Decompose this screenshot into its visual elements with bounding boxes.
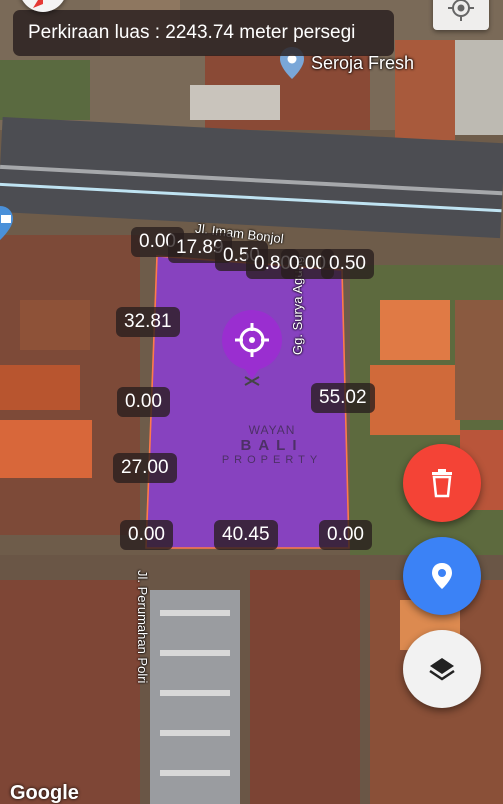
area-text: Perkiraan luas : 2243.74 meter persegi	[28, 22, 356, 43]
dimension-label: 40.45	[214, 520, 278, 550]
watermark: WAYAN BALI PROPERTY	[212, 423, 332, 466]
location-button[interactable]	[403, 537, 481, 615]
trash-icon	[432, 469, 452, 498]
layers-icon	[429, 658, 455, 681]
dimension-label: 0.00	[120, 520, 173, 550]
watermark-line3: PROPERTY	[221, 454, 323, 466]
layers-button[interactable]	[403, 630, 481, 708]
dimension-label: 0.50	[321, 249, 374, 279]
dimension-label: 27.00	[113, 453, 177, 483]
center-marker[interactable]	[220, 309, 284, 389]
delete-button[interactable]	[403, 444, 481, 522]
map-pin-icon	[432, 563, 452, 589]
dimension-label: 0.00	[117, 387, 170, 417]
edge-marker[interactable]	[0, 205, 14, 241]
crosshair-pin-icon	[222, 310, 282, 386]
my-location-button[interactable]	[433, 0, 489, 30]
compass-icon	[33, 0, 43, 8]
watermark-line2: BALI	[240, 437, 304, 454]
map-view[interactable]: WAYAN BALI PROPERTY Jl. Imam Bonjol Gg. …	[0, 0, 503, 804]
dimension-label: 55.02	[311, 383, 375, 413]
compass-button[interactable]	[19, 0, 67, 12]
area-banner: Perkiraan luas : 2243.74 meter persegi	[13, 10, 394, 56]
street-label-south: Jl. Perumahan Polri	[135, 570, 150, 684]
mail-pin-icon	[0, 206, 13, 240]
dimension-label: 32.81	[116, 307, 180, 337]
dimension-label: 0.00	[319, 520, 372, 550]
crosshair-icon	[448, 0, 474, 21]
google-logo: Google	[10, 782, 79, 804]
watermark-line1: WAYAN	[248, 423, 296, 437]
